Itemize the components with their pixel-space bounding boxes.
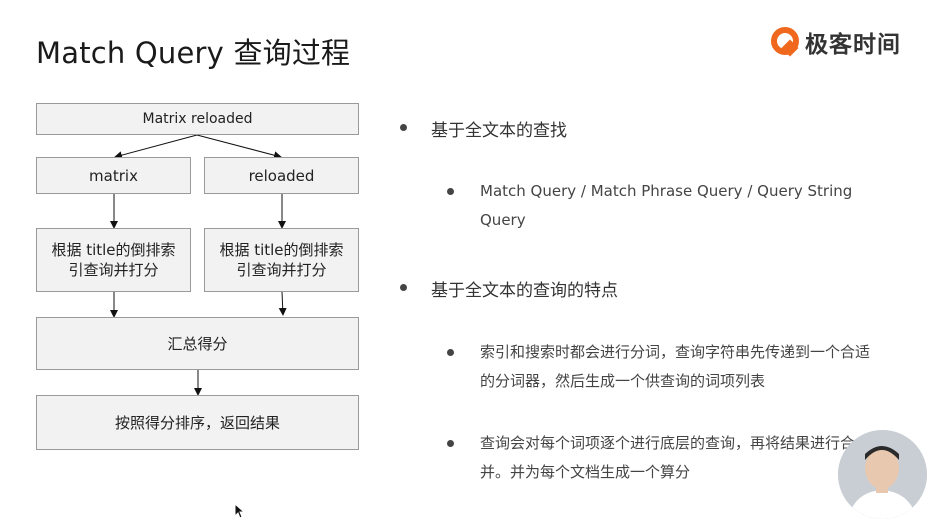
mouse-cursor-icon (234, 503, 246, 519)
flow-process-right: 根据 title的倒排索引查询并打分 (204, 228, 359, 292)
bullet-text: 索引和搜索时都会进行分词，查询字符串先传递到一个合适的分词器，然后生成一个供查询… (480, 343, 871, 390)
presenter-video (838, 430, 927, 519)
arrow-root-to-matrix (114, 134, 198, 160)
bullet-dot (447, 188, 454, 195)
bullet-fulltext-features: 基于全文本的查询的特点 (400, 276, 880, 301)
flow-merge-box: 汇总得分 (36, 317, 359, 370)
bullet-fulltext-search: 基于全文本的查找 (400, 116, 880, 141)
flow-term-matrix: matrix (36, 157, 191, 194)
bullet-text: 基于全文本的查询的特点 (431, 281, 618, 301)
bullet-dot (400, 124, 407, 131)
bullet-text: 查询会对每个词项逐个进行底层的查询，再将结果进行合并。并为每个文档生成一个算分 (480, 434, 856, 481)
bullet-dot (400, 284, 407, 291)
flow-root-box: Matrix reloaded (36, 103, 359, 135)
bullet-text: Match Query / Match Phrase Query / Query… (480, 182, 853, 229)
flow-process-left: 根据 title的倒排索引查询并打分 (36, 228, 191, 292)
bullet-analysis: 索引和搜索时都会进行分词，查询字符串先传递到一个合适的分词器，然后生成一个供查询… (447, 338, 877, 396)
bullet-query-types: Match Query / Match Phrase Query / Query… (447, 177, 877, 235)
bullet-text: 基于全文本的查找 (431, 121, 567, 141)
flow-result-box: 按照得分排序，返回结果 (36, 395, 359, 450)
arrow-root-to-reloaded (196, 134, 282, 160)
bullet-scoring: 查询会对每个词项逐个进行底层的查询，再将结果进行合并。并为每个文档生成一个算分 (447, 429, 877, 487)
presenter-avatar-icon (838, 430, 927, 519)
bullet-dot (447, 349, 454, 356)
arrow-process-right-to-merge (278, 291, 287, 316)
flow-term-reloaded: reloaded (204, 157, 359, 194)
bullet-dot (447, 440, 454, 447)
